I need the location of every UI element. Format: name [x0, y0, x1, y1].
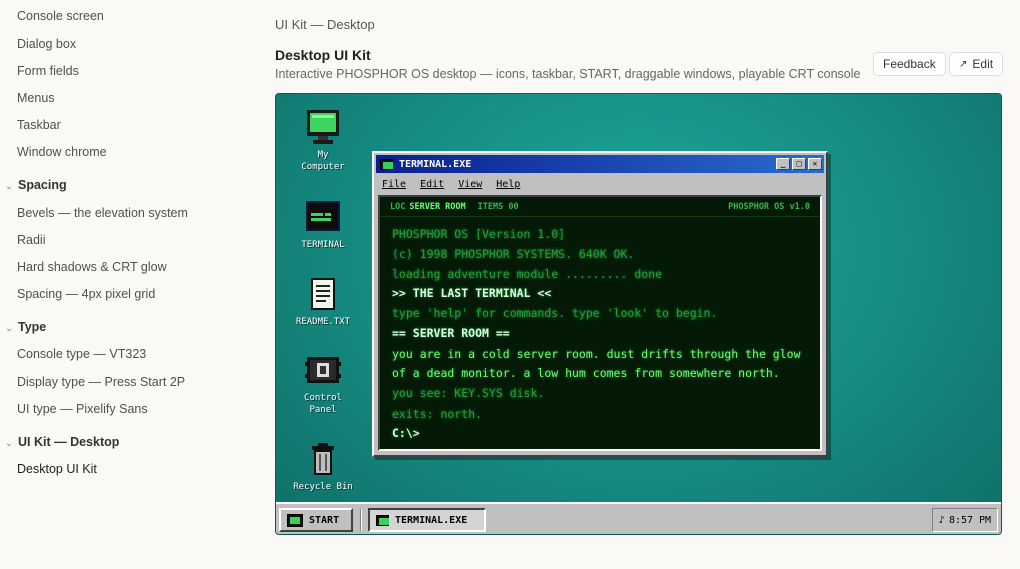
taskbar-item-label: TERMINAL.EXE — [395, 514, 468, 526]
page-title: Desktop UI Kit — [275, 47, 371, 63]
sidebar-item-display-type[interactable]: Display type — Press Start 2P — [17, 375, 185, 389]
sidebar-item-window-chrome[interactable]: Window chrome — [17, 145, 107, 159]
chevron-down-icon: ⌄ — [5, 181, 13, 191]
sidebar-item-ui-type[interactable]: UI type — Pixelify Sans — [17, 402, 148, 416]
desktop-icon-readme[interactable]: README.TXT — [288, 276, 358, 328]
sidebar-item-form-fields[interactable]: Form fields — [17, 64, 79, 78]
minimize-button[interactable]: _ — [776, 158, 790, 170]
sidebar-group-label: Type — [18, 320, 47, 334]
terminal-icon — [376, 514, 389, 526]
sidebar-item-radii[interactable]: Radii — [17, 233, 46, 247]
desktop-icon-terminal[interactable]: TERMINAL — [288, 199, 358, 251]
sidebar: Console screen Dialog box Form fields Me… — [0, 0, 250, 569]
terminal-icon — [380, 158, 393, 170]
music-note-icon: ♪ — [938, 514, 945, 526]
chevron-down-icon: ⌄ — [5, 323, 13, 333]
terminal-icon — [305, 199, 341, 235]
close-button[interactable]: ✕ — [808, 158, 822, 170]
sidebar-item-taskbar[interactable]: Taskbar — [17, 118, 61, 132]
desktop-icon-label: README.TXT — [295, 317, 351, 327]
sidebar-item-spacing-grid[interactable]: Spacing — 4px pixel grid — [17, 287, 155, 301]
desktop-icon-label: Recycle Bin — [293, 482, 353, 492]
items-count: ITEMS 00 — [477, 201, 519, 212]
taskbar: START TERMINAL.EXE ♪ 8:57 PM — [276, 502, 1001, 534]
start-label: START — [309, 514, 340, 526]
document-icon — [305, 276, 341, 312]
sidebar-item-console-screen[interactable]: Console screen — [17, 9, 104, 23]
console-line: >> THE LAST TERMINAL << — [392, 286, 552, 300]
window-titlebar[interactable]: TERMINAL.EXE _ □ ✕ — [376, 155, 824, 173]
location-value: SERVER ROOM — [409, 201, 466, 212]
sidebar-item-console-type[interactable]: Console type — VT323 — [17, 347, 146, 361]
crt-console[interactable]: LOC SERVER ROOM ITEMS 00 PHOSPHOR OS v1.… — [378, 195, 822, 451]
desktop-icon-label: My Computer — [301, 150, 345, 172]
control-panel-icon — [305, 352, 341, 388]
external-link-icon: ↗ — [959, 58, 968, 70]
system-clock[interactable]: ♪ 8:57 PM — [932, 508, 998, 532]
feedback-button[interactable]: Feedback — [873, 52, 946, 76]
sidebar-item-dialog-box[interactable]: Dialog box — [17, 37, 76, 51]
console-line: of a dead monitor. a low hum comes from … — [392, 366, 780, 380]
desktop-icon-label: Control Panel — [304, 393, 342, 415]
sidebar-item-desktop-ui-kit[interactable]: Desktop UI Kit — [17, 462, 97, 476]
console-line: loading adventure module ......... done — [392, 267, 663, 281]
start-button[interactable]: START — [279, 508, 353, 532]
sidebar-group-label: UI Kit — Desktop — [18, 435, 120, 449]
console-status-bar: LOC SERVER ROOM ITEMS 00 PHOSPHOR OS v1.… — [380, 197, 820, 217]
clock-time: 8:57 PM — [948, 514, 992, 526]
console-prompt[interactable]: C:\> — [392, 426, 420, 440]
console-line: you see: KEY.SYS disk. — [392, 386, 545, 400]
sidebar-group-type[interactable]: ⌄ Type — [0, 320, 46, 334]
sidebar-item-menus[interactable]: Menus — [17, 91, 55, 105]
menu-view[interactable]: View — [458, 179, 482, 190]
desktop-icon-label: TERMINAL — [301, 240, 345, 250]
console-line: (c) 1998 PHOSPHOR SYSTEMS. 640K OK. — [392, 247, 635, 261]
console-line: exits: north. — [392, 407, 483, 421]
window-title: TERMINAL.EXE — [399, 158, 472, 170]
desktop: My Computer TERMINAL README.TXT Control … — [275, 93, 1002, 535]
sidebar-group-label: Spacing — [18, 178, 67, 192]
menu-edit[interactable]: Edit — [420, 179, 444, 190]
sidebar-group-ui-kit[interactable]: ⌄ UI Kit — Desktop — [0, 435, 119, 449]
page-subtitle: Interactive PHOSPHOR OS desktop — icons,… — [275, 67, 861, 81]
sidebar-item-bevels[interactable]: Bevels — the elevation system — [17, 206, 188, 220]
chevron-down-icon: ⌄ — [5, 438, 13, 448]
sidebar-group-spacing[interactable]: ⌄ Spacing — [0, 178, 67, 192]
maximize-button[interactable]: □ — [792, 158, 806, 170]
console-line: PHOSPHOR OS [Version 1.0] — [392, 227, 566, 241]
taskbar-divider — [360, 509, 362, 531]
desktop-icon-control-panel[interactable]: Control Panel — [288, 352, 358, 416]
sidebar-item-hard-shadows[interactable]: Hard shadows & CRT glow — [17, 260, 167, 274]
recycle-bin-icon — [305, 441, 341, 477]
feedback-label: Feedback — [883, 57, 936, 71]
desktop-icon-recycle-bin[interactable]: Recycle Bin — [288, 441, 358, 493]
console-line: == SERVER ROOM == — [392, 326, 510, 340]
location-label: LOC — [390, 201, 406, 212]
menu-help[interactable]: Help — [496, 179, 520, 190]
terminal-window[interactable]: TERMINAL.EXE _ □ ✕ File Edit View Help L… — [372, 151, 828, 457]
edit-label: Edit — [972, 57, 994, 71]
breadcrumb: UI Kit — Desktop — [275, 17, 375, 32]
window-menubar: File Edit View Help — [374, 175, 826, 194]
edit-button[interactable]: ↗ Edit — [949, 52, 1004, 76]
menu-file[interactable]: File — [382, 179, 406, 190]
monitor-icon — [287, 513, 303, 527]
desktop-icon-my-computer[interactable]: My Computer — [288, 109, 358, 173]
monitor-icon — [305, 109, 341, 145]
taskbar-item-terminal[interactable]: TERMINAL.EXE — [368, 508, 486, 532]
os-version: PHOSPHOR OS v1.0 — [728, 201, 810, 212]
console-line: type 'help' for commands. type 'look' to… — [392, 306, 718, 320]
console-line: you are in a cold server room. dust drif… — [392, 347, 801, 361]
